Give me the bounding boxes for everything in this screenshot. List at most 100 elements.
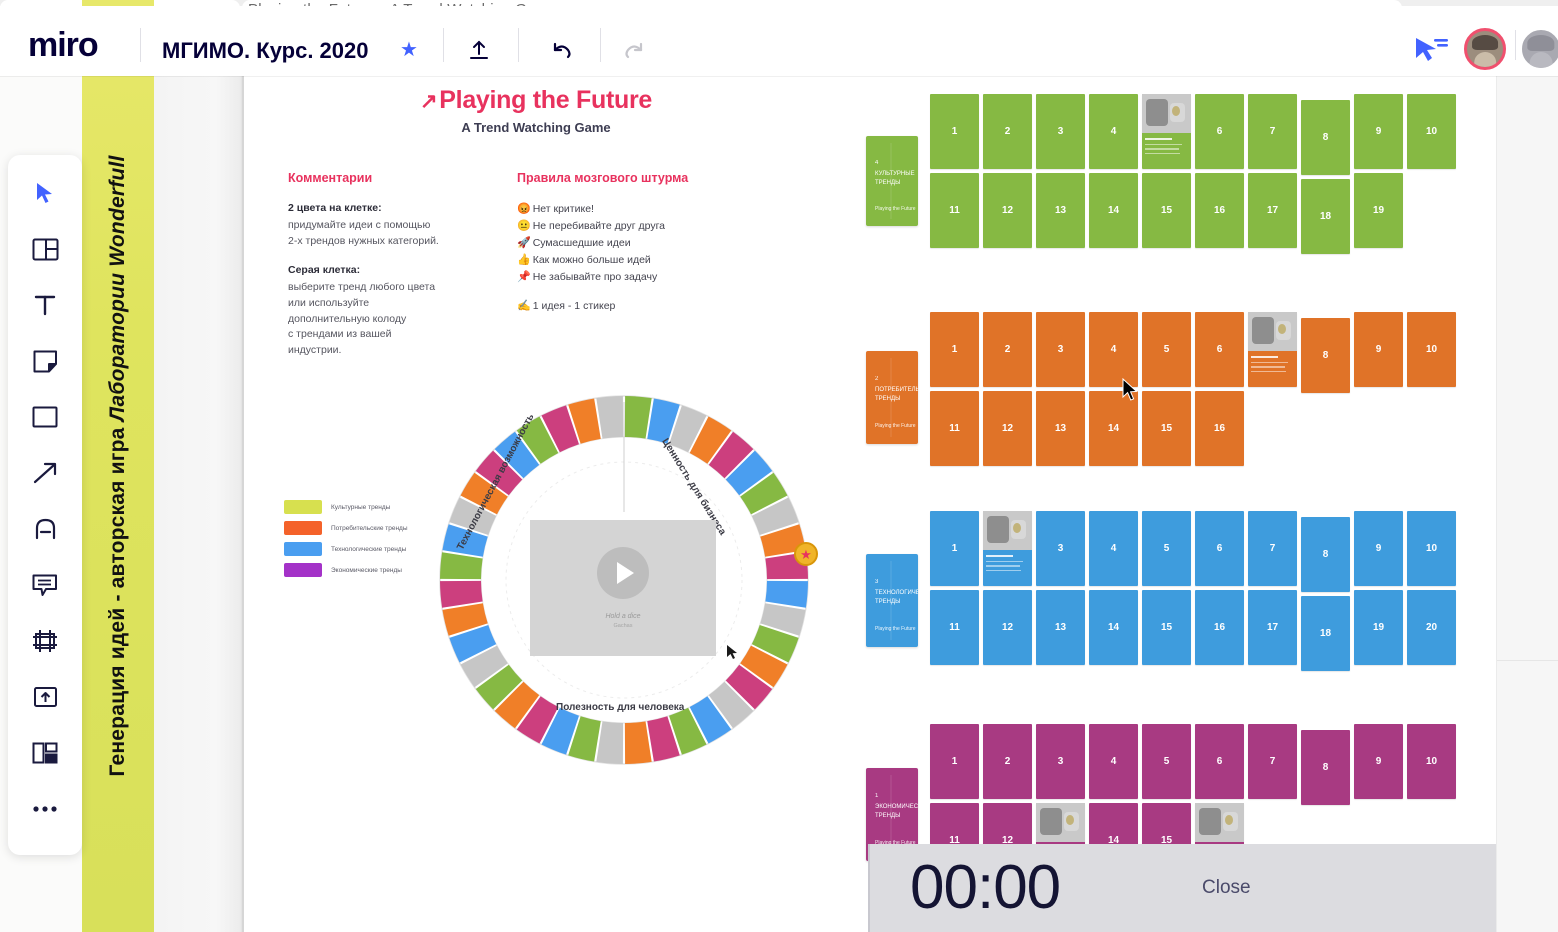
card[interactable]: 1 <box>930 724 979 799</box>
card[interactable]: 10 <box>1407 312 1456 387</box>
card[interactable] <box>983 511 1032 586</box>
card[interactable]: 16 <box>1195 173 1244 248</box>
timer-close-button[interactable]: Close <box>1202 877 1251 899</box>
comment-tool[interactable] <box>22 565 68 605</box>
card[interactable]: 9 <box>1354 724 1403 799</box>
card[interactable] <box>1248 312 1297 387</box>
card[interactable]: 2 <box>983 724 1032 799</box>
card[interactable]: 4 <box>1089 511 1138 586</box>
card[interactable]: 7 <box>1248 724 1297 799</box>
line-arrow-tool[interactable] <box>22 453 68 493</box>
more-dots-tool[interactable] <box>22 789 68 829</box>
card[interactable]: 14 <box>1089 173 1138 248</box>
card[interactable]: 10 <box>1407 94 1456 169</box>
card[interactable]: 3 <box>1036 312 1085 387</box>
play-button-icon[interactable] <box>597 547 649 599</box>
card[interactable]: 8 <box>1301 517 1350 592</box>
card[interactable]: 5 <box>1142 724 1191 799</box>
upload-box-tool[interactable] <box>22 677 68 717</box>
blue-deck-cover[interactable]: 3 ТЕХНОЛОГИЧЕСКИЕ ТРЕНДЫ Playing the Futur… <box>866 554 918 647</box>
card[interactable]: 17 <box>1248 590 1297 665</box>
card[interactable]: 6 <box>1195 724 1244 799</box>
card[interactable]: 18 <box>1301 596 1350 671</box>
card[interactable]: 15 <box>1142 590 1191 665</box>
card[interactable]: 16 <box>1195 391 1244 466</box>
card[interactable]: 17 <box>1248 173 1297 248</box>
card[interactable]: 13 <box>1036 590 1085 665</box>
card[interactable]: 12 <box>983 391 1032 466</box>
card[interactable]: 9 <box>1354 312 1403 387</box>
card[interactable] <box>1142 94 1191 169</box>
card[interactable]: 11 <box>930 391 979 466</box>
right-side-panel[interactable] <box>1496 60 1558 932</box>
frame-tool[interactable] <box>22 621 68 661</box>
card[interactable]: 1 <box>930 312 979 387</box>
board-canvas[interactable]: ↗Playing the Future A Trend Watching Gam… <box>154 76 1558 932</box>
board-segment[interactable] <box>765 580 808 608</box>
card[interactable]: 3 <box>1036 724 1085 799</box>
card[interactable]: 11 <box>930 173 979 248</box>
card[interactable]: 16 <box>1195 590 1244 665</box>
card[interactable]: 20 <box>1407 590 1456 665</box>
card[interactable]: 9 <box>1354 511 1403 586</box>
card[interactable]: 11 <box>930 590 979 665</box>
board-video-embed[interactable]: Hold a dice Gachas <box>530 520 716 656</box>
miro-logo[interactable]: miro <box>28 28 99 62</box>
upload-icon[interactable] <box>462 34 496 68</box>
card[interactable]: 1 <box>930 511 979 586</box>
card[interactable]: 6 <box>1195 312 1244 387</box>
templates-tool[interactable] <box>22 229 68 269</box>
card[interactable]: 15 <box>1142 391 1191 466</box>
card[interactable]: 4 <box>1089 94 1138 169</box>
card[interactable]: 4 <box>1089 724 1138 799</box>
card[interactable]: 6 <box>1195 511 1244 586</box>
circular-game-board[interactable]: Технологическая возможность Ценность для… <box>438 394 818 766</box>
undo-icon[interactable] <box>545 34 579 68</box>
card[interactable]: 8 <box>1301 318 1350 393</box>
card[interactable]: 3 <box>1036 94 1085 169</box>
card[interactable]: 1 <box>930 94 979 169</box>
green-deck-cover[interactable]: 4 КУЛЬТУРНЫЕ ТРЕНДЫ Playing the Future <box>866 136 918 226</box>
board-segment[interactable] <box>596 721 624 764</box>
card[interactable]: 12 <box>983 173 1032 248</box>
avatar-collaborator[interactable] <box>1520 28 1558 70</box>
card[interactable]: 19 <box>1354 173 1403 248</box>
card[interactable]: 4 <box>1089 312 1138 387</box>
card[interactable]: 7 <box>1248 511 1297 586</box>
redo-icon[interactable] <box>617 34 651 68</box>
text-tool[interactable] <box>22 285 68 325</box>
avatar-current-user[interactable] <box>1464 28 1506 70</box>
board-segment[interactable] <box>596 396 624 439</box>
card[interactable]: 2 <box>983 94 1032 169</box>
board-segment[interactable] <box>624 721 652 764</box>
card[interactable]: 2 <box>983 312 1032 387</box>
board-segment[interactable] <box>624 396 652 439</box>
card[interactable]: 15 <box>1142 173 1191 248</box>
pen-tool[interactable] <box>22 509 68 549</box>
sticky-note-tool[interactable] <box>22 341 68 381</box>
card[interactable]: 8 <box>1301 730 1350 805</box>
card[interactable]: 18 <box>1301 179 1350 254</box>
card[interactable]: 6 <box>1195 94 1244 169</box>
star-icon[interactable]: ★ <box>400 40 418 60</box>
orange-deck-cover[interactable]: 2 ПОТРЕБИТЕЛЬСКИЕ ТРЕНДЫ Playing the Futur… <box>866 351 918 444</box>
card[interactable]: 9 <box>1354 94 1403 169</box>
cards-grid-tool[interactable] <box>22 733 68 773</box>
board-title[interactable]: МГИМО. Курс. 2020 <box>162 38 369 64</box>
card[interactable]: 8 <box>1301 100 1350 175</box>
shape-tool[interactable] <box>22 397 68 437</box>
card[interactable]: 10 <box>1407 511 1456 586</box>
card[interactable]: 12 <box>983 590 1032 665</box>
card[interactable]: 10 <box>1407 724 1456 799</box>
select-tool[interactable] <box>22 173 68 213</box>
card[interactable]: 19 <box>1354 590 1403 665</box>
card[interactable]: 13 <box>1036 391 1085 466</box>
card[interactable]: 5 <box>1142 312 1191 387</box>
card[interactable]: 5 <box>1142 511 1191 586</box>
card[interactable]: 7 <box>1248 94 1297 169</box>
board-segment[interactable] <box>440 552 483 580</box>
card[interactable]: 3 <box>1036 511 1085 586</box>
presence-cursor-icon[interactable] <box>1412 34 1448 68</box>
card[interactable]: 14 <box>1089 590 1138 665</box>
board-segment[interactable] <box>440 580 483 608</box>
